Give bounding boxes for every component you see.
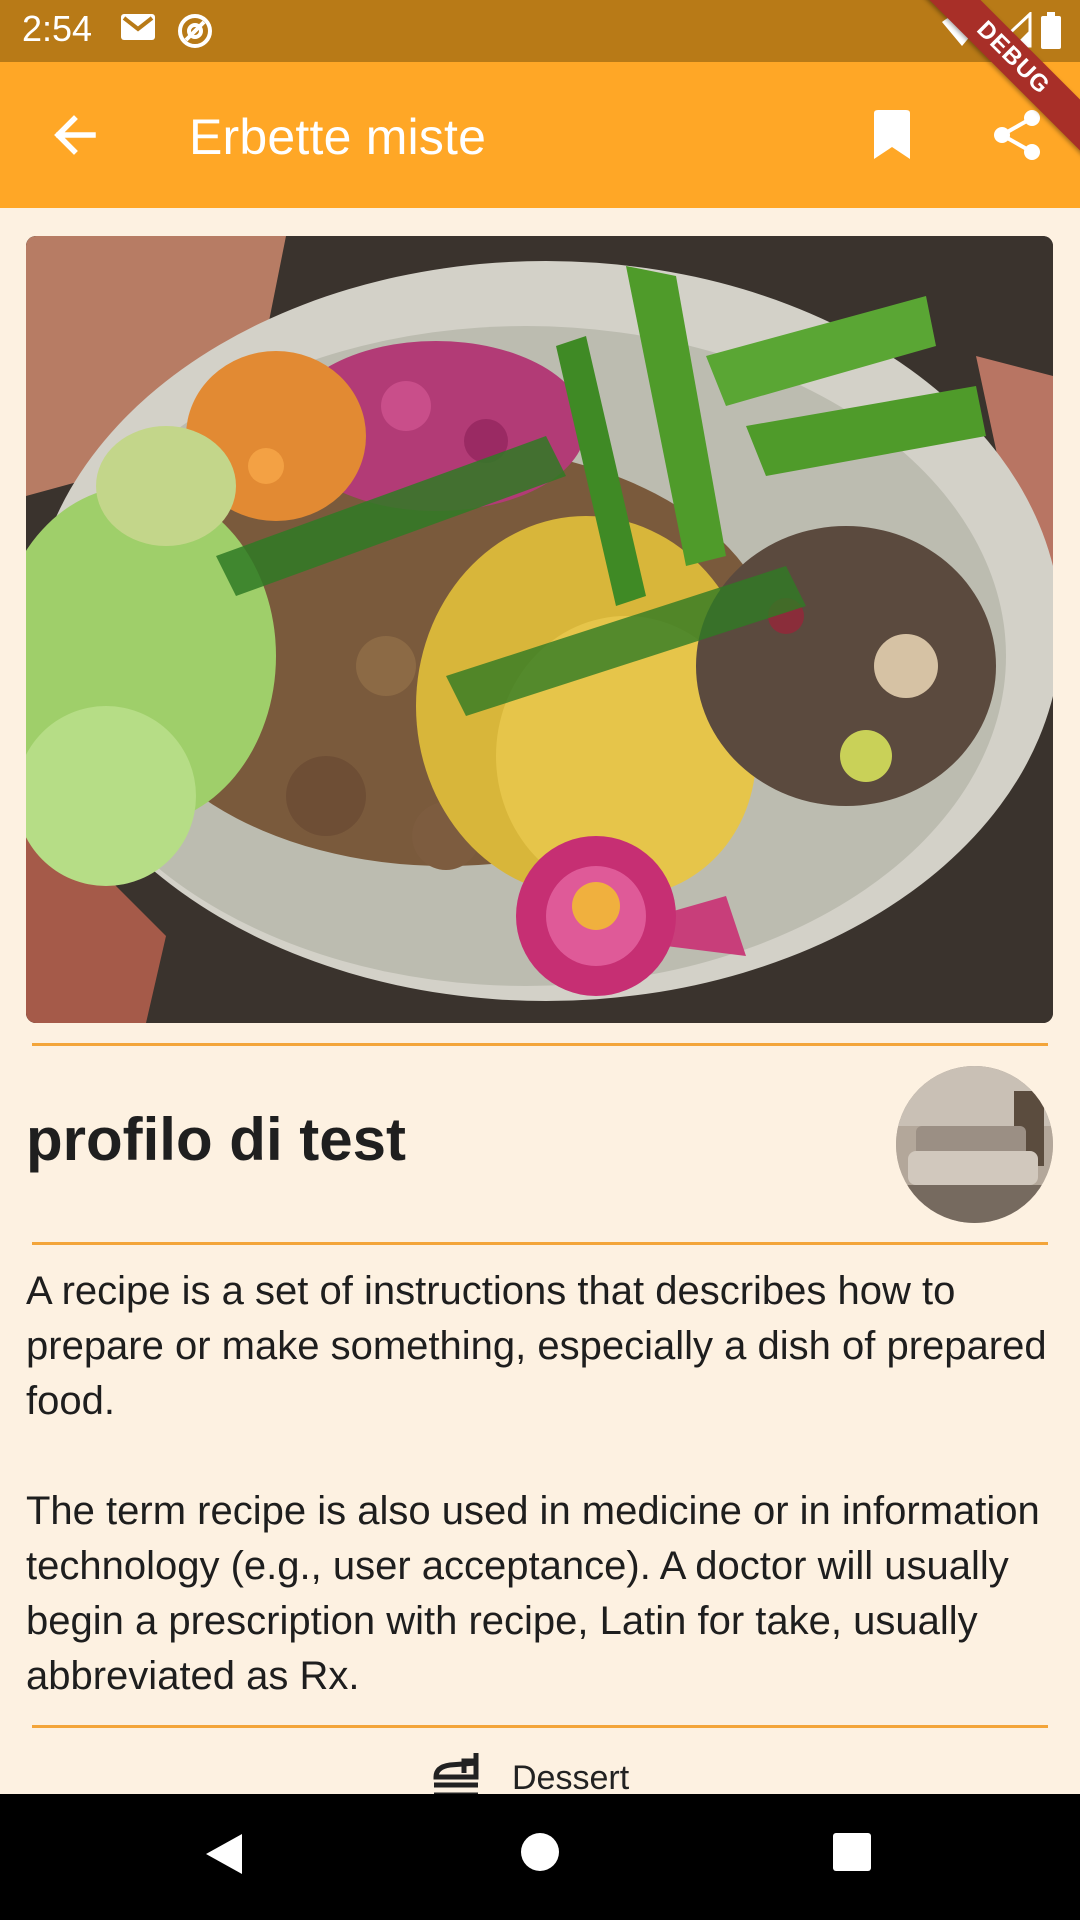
nav-back-button[interactable] — [202, 1830, 246, 1883]
divider — [32, 1043, 1048, 1046]
divider — [32, 1725, 1048, 1728]
description-paragraph: A recipe is a set of instructions that d… — [26, 1269, 1047, 1423]
bookmark-button[interactable] — [856, 99, 928, 171]
nav-back-icon — [206, 1834, 242, 1874]
nav-home-icon — [521, 1833, 559, 1871]
recipe-description: A recipe is a set of instructions that d… — [26, 1264, 1056, 1759]
bookmark-icon — [874, 110, 910, 159]
author-name: profilo di test — [26, 1106, 406, 1173]
back-button[interactable] — [38, 99, 110, 171]
divider — [32, 1242, 1048, 1245]
status-time: 2:54 — [22, 8, 93, 49]
status-bar: 2:54 — [0, 0, 1080, 62]
nav-recents-button[interactable] — [830, 1830, 874, 1879]
category-label: Dessert — [512, 1758, 630, 1797]
battery-icon — [1040, 12, 1062, 55]
author-avatar[interactable] — [896, 1066, 1053, 1223]
recipe-image — [26, 236, 1053, 1023]
description-paragraph: The term recipe is also used in medicine… — [26, 1489, 1040, 1698]
share-icon — [994, 110, 1040, 160]
page-title: Erbette miste — [189, 109, 487, 165]
gmail-icon — [120, 12, 156, 47]
app-bar: Erbette miste — [0, 62, 1080, 208]
nav-recents-icon — [833, 1833, 871, 1871]
at-sign-icon — [176, 12, 214, 55]
nav-home-button[interactable] — [518, 1830, 562, 1879]
navigation-bar — [0, 1794, 1080, 1920]
arrow-back-icon — [54, 115, 96, 155]
